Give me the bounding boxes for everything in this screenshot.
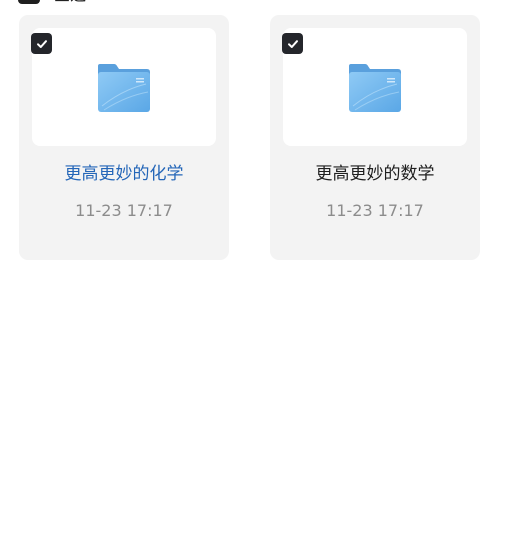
select-all-bar[interactable]: 全选: [18, 0, 86, 4]
select-all-label: 全选: [54, 0, 86, 4]
file-thumbnail[interactable]: [31, 28, 216, 146]
folder-icon: [98, 64, 150, 112]
file-checkbox[interactable]: [31, 33, 52, 54]
folder-icon: [349, 64, 401, 112]
file-time: 11-23 17:17: [326, 201, 424, 220]
file-checkbox[interactable]: [282, 33, 303, 54]
file-grid-page: 全选: [0, 0, 511, 535]
file-card[interactable]: 更高更妙的数学 11-23 17:17: [270, 15, 480, 260]
file-name[interactable]: 更高更妙的数学: [270, 163, 480, 185]
checkmark-icon: [287, 39, 298, 48]
file-card[interactable]: 更高更妙的化学 11-23 17:17: [19, 15, 229, 260]
file-thumbnail[interactable]: [282, 28, 467, 146]
file-name[interactable]: 更高更妙的化学: [19, 163, 229, 185]
file-time: 11-23 17:17: [75, 201, 173, 220]
select-all-checkbox[interactable]: [18, 0, 40, 4]
checkmark-icon: [36, 39, 47, 48]
